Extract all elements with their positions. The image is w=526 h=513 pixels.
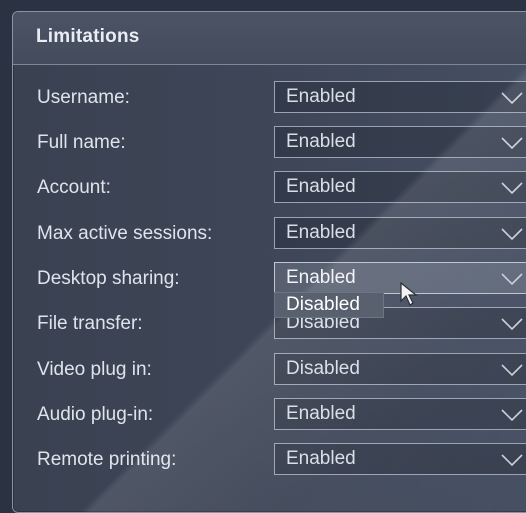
select-value: Enabled <box>286 448 356 469</box>
row-label: Max active sessions: <box>37 223 213 244</box>
select-value: Disabled <box>286 358 360 379</box>
row-label: Remote printing: <box>37 449 177 470</box>
row-account: Account: Enabled <box>13 171 526 207</box>
chevron-down-icon <box>501 454 523 467</box>
select-value: Enabled <box>286 267 356 288</box>
select-value: Enabled <box>286 403 356 424</box>
desktop-sharing-dropdown: Disabled <box>274 292 384 318</box>
row-label: Full name: <box>37 132 126 153</box>
row-label: Desktop sharing: <box>37 268 180 289</box>
limitations-panel: Limitations Username: Enabled Full name:… <box>12 11 526 513</box>
full-name-select[interactable]: Enabled <box>274 126 526 158</box>
chevron-down-icon <box>501 409 523 422</box>
row-label: Video plug in: <box>37 359 152 380</box>
chevron-down-icon <box>501 364 523 377</box>
row-label: Account: <box>37 177 111 198</box>
dropdown-option-disabled[interactable]: Disabled <box>286 294 360 316</box>
row-label: Username: <box>37 87 130 108</box>
username-select[interactable]: Enabled <box>274 81 526 113</box>
row-full-name: Full name: Enabled <box>13 126 526 162</box>
row-video-plug-in: Video plug in: Disabled <box>13 353 526 389</box>
row-file-transfer: File transfer: Disabled <box>13 307 526 343</box>
row-audio-plug-in: Audio plug-in: Enabled <box>13 398 526 434</box>
chevron-down-icon <box>501 182 523 195</box>
panel-title: Limitations <box>36 26 140 47</box>
select-value: Enabled <box>286 86 356 107</box>
remote-printing-select[interactable]: Enabled <box>274 443 526 475</box>
audio-plug-in-select[interactable]: Enabled <box>274 398 526 430</box>
max-active-sessions-select[interactable]: Enabled <box>274 217 526 249</box>
chevron-down-icon <box>501 318 523 331</box>
row-username: Username: Enabled <box>13 81 526 117</box>
chevron-down-icon <box>501 137 523 150</box>
row-max-active-sessions: Max active sessions: Enabled <box>13 217 526 253</box>
select-value: Enabled <box>286 131 356 152</box>
row-desktop-sharing: Desktop sharing: Enabled Disabled <box>13 262 526 318</box>
video-plug-in-select[interactable]: Disabled <box>274 353 526 385</box>
chevron-down-icon <box>501 273 523 286</box>
select-value: Enabled <box>286 222 356 243</box>
select-value: Enabled <box>286 176 356 197</box>
row-label: Audio plug-in: <box>37 404 154 425</box>
chevron-down-icon <box>501 228 523 241</box>
chevron-down-icon <box>501 92 523 105</box>
account-select[interactable]: Enabled <box>274 171 526 203</box>
panel-header: Limitations <box>13 12 526 65</box>
mouse-pointer-icon <box>400 282 418 306</box>
row-label: File transfer: <box>37 313 143 334</box>
row-remote-printing: Remote printing: Enabled <box>13 443 526 479</box>
